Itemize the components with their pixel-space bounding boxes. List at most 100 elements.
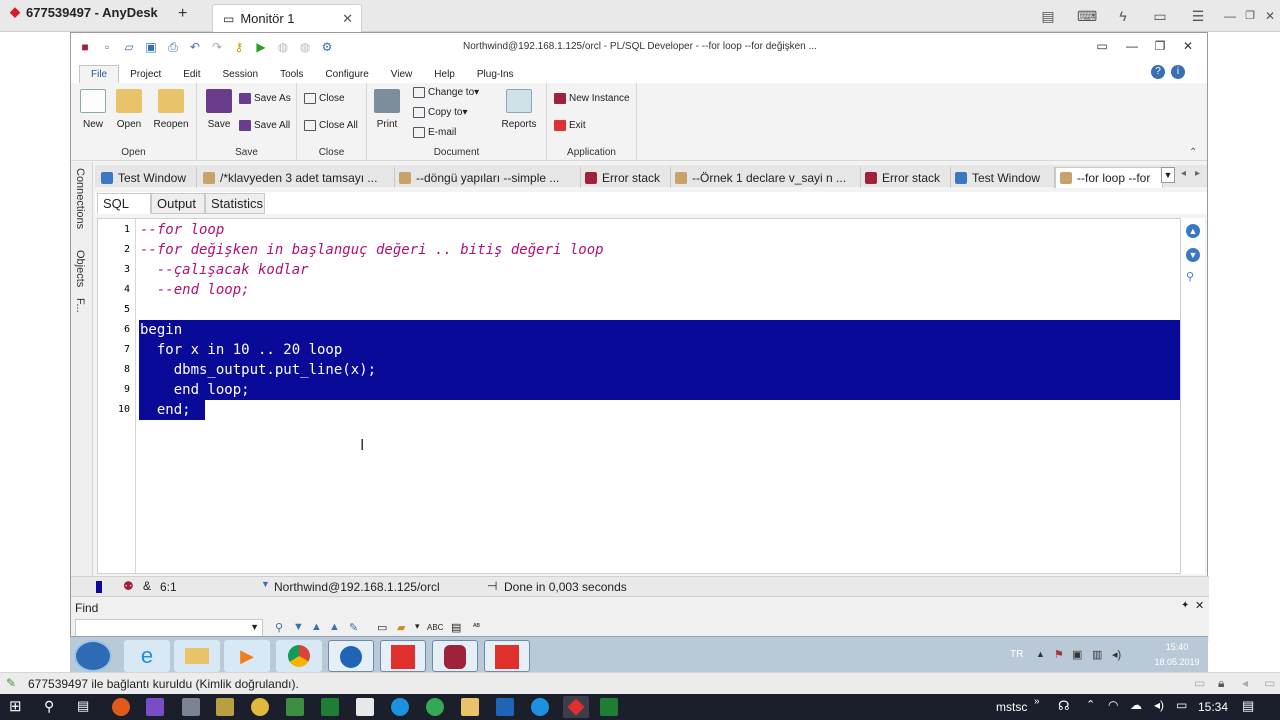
chat-icon[interactable]: ▤	[1040, 8, 1056, 24]
collapse-ribbon-icon[interactable]: ⌃	[1189, 147, 1197, 158]
tab-statistics[interactable]: Statistics	[205, 193, 265, 214]
tray-arrow-icon[interactable]: ▲	[1036, 649, 1045, 659]
close-all-button[interactable]: Close All	[304, 120, 358, 131]
reopen-button[interactable]: Reopen	[151, 89, 191, 130]
local-clock[interactable]: 15:34	[1198, 700, 1228, 714]
teamviewer-local-icon[interactable]	[531, 698, 549, 716]
restore-icon[interactable]: ❐	[1242, 8, 1258, 24]
tab-sql[interactable]: SQL	[97, 193, 151, 214]
redo-icon[interactable]: ↷	[209, 39, 225, 55]
firefox-icon[interactable]	[112, 698, 130, 716]
file-explorer-icon[interactable]	[461, 698, 479, 716]
minimize-icon[interactable]: —	[1222, 8, 1238, 24]
execute-icon[interactable]: ▶	[253, 39, 269, 55]
undo-icon[interactable]: ↶	[187, 39, 203, 55]
taskbar-user-label[interactable]: mstsc	[996, 700, 1027, 714]
tab-list-dropdown[interactable]: ▼	[1161, 167, 1175, 183]
new-button[interactable]: New	[75, 89, 111, 130]
app-icon-6[interactable]	[286, 698, 304, 716]
task-view-icon[interactable]: ▤	[77, 698, 89, 714]
tab-scroll-right-icon[interactable]: ▸	[1195, 168, 1200, 179]
find-all-icon[interactable]: ▲	[329, 621, 340, 633]
wifi-icon[interactable]: ◠	[1108, 698, 1118, 712]
minimize-button[interactable]: —	[1123, 39, 1141, 55]
maximize-button[interactable]: ❐	[1151, 39, 1169, 55]
menu-help[interactable]: Help	[423, 66, 466, 83]
find-object-icon[interactable]: ⚲	[1186, 270, 1194, 283]
doc-tab-error-stack-1[interactable]: Error stack	[581, 167, 671, 188]
connection-label[interactable]: Northwind@192.168.1.125/orcl	[274, 580, 440, 594]
notifications-icon[interactable]: ▤	[1242, 698, 1254, 714]
chrome-icon[interactable]	[276, 640, 322, 672]
app-icon-15[interactable]	[600, 698, 618, 716]
save-icon[interactable]: ▣	[143, 39, 159, 55]
code-line[interactable]: --for loop	[140, 220, 224, 240]
menu-configure[interactable]: Configure	[314, 66, 379, 83]
visual-studio-icon[interactable]	[146, 698, 164, 716]
chevron-icon[interactable]: »	[1034, 696, 1040, 707]
break-icon[interactable]: ◍	[275, 39, 291, 55]
skype-icon[interactable]	[391, 698, 409, 716]
volume-icon[interactable]: ◂)	[1112, 648, 1121, 661]
exit-button[interactable]: Exit	[554, 120, 586, 131]
media-player-icon[interactable]: ▶	[224, 640, 270, 672]
connection-dropdown-icon[interactable]: ▼	[261, 579, 270, 589]
plsql-developer-taskbar-icon[interactable]	[432, 640, 478, 672]
pin-find-icon[interactable]: ✦	[1181, 600, 1189, 611]
code-line[interactable]: --end loop;	[140, 280, 250, 300]
doc-tab-klavyeden[interactable]: /*klavyeden 3 adet tamsayı ...	[199, 167, 395, 188]
explorer-icon[interactable]	[174, 640, 220, 672]
menu-icon[interactable]: ☰	[1190, 8, 1206, 24]
show-hidden-icons[interactable]: ⌃	[1086, 698, 1095, 711]
people-icon[interactable]: ☊	[1058, 698, 1070, 714]
save-as-button[interactable]: Save As	[239, 93, 291, 104]
language-indicator[interactable]: TR	[1010, 649, 1023, 660]
close-window-icon[interactable]: ✕	[1262, 8, 1278, 24]
code-line[interactable]: begin	[140, 320, 182, 340]
privacy-icon[interactable]: ▭	[1264, 676, 1275, 690]
objects-tab[interactable]: Objects	[74, 250, 86, 287]
find-input[interactable]: ▼	[75, 619, 263, 637]
email-button[interactable]: E-mail	[413, 127, 456, 138]
help-icon[interactable]: ?	[1151, 65, 1165, 79]
scroll-up-icon[interactable]: ▲	[1186, 224, 1200, 238]
save-all-button[interactable]: Save All	[239, 120, 290, 131]
notepad-icon[interactable]	[216, 698, 234, 716]
find-prev-icon[interactable]: ▲	[311, 621, 322, 633]
key-icon[interactable]: ⚷	[231, 39, 247, 55]
printer-app-icon[interactable]	[182, 698, 200, 716]
doc-tab-dongu[interactable]: --döngü yapıları --simple ...	[395, 167, 581, 188]
keyboard-icon[interactable]: ⌨	[1077, 8, 1097, 24]
print-button[interactable]: Print	[369, 89, 405, 130]
cloud-icon[interactable]: ☁	[1130, 698, 1142, 712]
code-line[interactable]: dbms_output.put_line(x);	[140, 360, 376, 380]
audio-icon[interactable]: ◂	[1242, 676, 1248, 690]
files-tab[interactable]: F...	[74, 298, 86, 313]
menu-tools[interactable]: Tools	[269, 66, 314, 83]
stop-icon[interactable]: ◍	[297, 39, 313, 55]
start-orb-icon[interactable]	[74, 640, 112, 672]
chrome-local-icon[interactable]	[426, 698, 444, 716]
menu-file[interactable]: File	[79, 65, 120, 83]
battery-icon[interactable]: ▭	[1176, 698, 1187, 712]
doc-tab-test-window-1[interactable]: Test Window	[97, 167, 197, 188]
find-dropdown-icon[interactable]: ▼	[250, 622, 259, 632]
code-line[interactable]: --for değişken in başlanguç değeri .. bi…	[140, 240, 604, 260]
selection-only-icon[interactable]: ▭	[377, 621, 387, 634]
lock-icon[interactable]: 🔒︎	[1218, 676, 1224, 691]
close-doc-button[interactable]: Close	[304, 93, 345, 104]
doc-tab-test-window-2[interactable]: Test Window	[951, 167, 1055, 188]
doc-tab-for-loop[interactable]: --for loop --for	[1055, 167, 1163, 188]
new-tab-icon[interactable]: +	[178, 5, 187, 23]
find-binoculars-icon[interactable]: ⚲	[275, 621, 283, 634]
copy-to-button[interactable]: Copy to ▾	[413, 107, 468, 118]
anydesk-session-tab[interactable]: ◆ 677539497 - AnyDesk	[0, 0, 168, 24]
search-icon[interactable]: ⚲	[44, 698, 54, 715]
tab-scroll-left-icon[interactable]: ◂	[1181, 168, 1186, 179]
sql-editor[interactable]: 1 2 3 4 5 6 7 8 9 10 --for loop --for değişken in …	[97, 218, 1181, 574]
network-icon[interactable]: ▥	[1092, 648, 1102, 661]
scroll-down-icon[interactable]: ▼	[1186, 248, 1200, 262]
code-line[interactable]: end;	[140, 400, 191, 420]
connections-tab[interactable]: Connections	[74, 168, 86, 229]
camtasia-icon[interactable]	[321, 698, 339, 716]
